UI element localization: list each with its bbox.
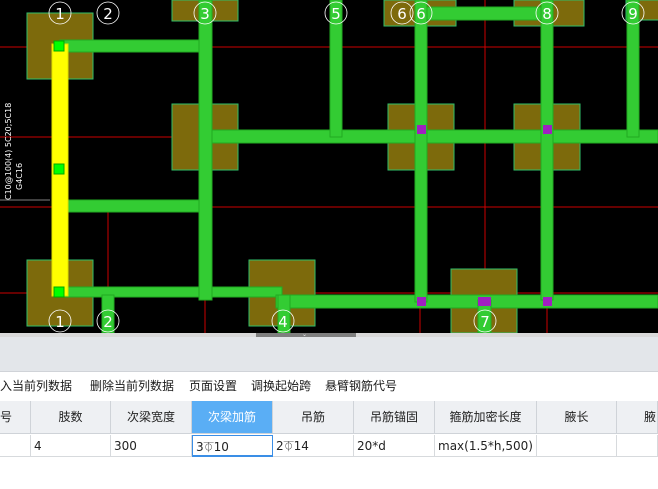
beam-annotation-line2: G4C16 — [15, 163, 24, 190]
header-secondary-beam-width[interactable]: 次梁宽度 — [111, 401, 192, 434]
axis-label: 2 — [103, 5, 113, 23]
axis-label: 7 — [480, 313, 490, 331]
axis-label: 2 — [103, 313, 113, 331]
cell-number[interactable] — [0, 435, 31, 457]
marker — [417, 297, 426, 306]
beam-annotation: C10@100(4) 5C20;5C18 G4C16 — [4, 103, 24, 200]
axis-label: 9 — [628, 5, 638, 23]
axis-label: 5 — [331, 5, 341, 23]
axis-label: 8 — [542, 5, 552, 23]
axis-label: 1 — [55, 313, 65, 331]
cell-secondary-beam-add-bar[interactable]: 3⏁10 — [192, 435, 273, 457]
axis-label: 1 — [55, 5, 65, 23]
grip-handle[interactable] — [53, 163, 65, 175]
insert-column-button[interactable]: 输入当前列数据 — [0, 378, 72, 394]
cell-haunch-length[interactable] — [537, 435, 617, 457]
cell-legs[interactable]: 4 — [31, 435, 111, 457]
header-secondary-beam-add-bar[interactable]: 次梁加筋 — [192, 401, 273, 434]
header-legs[interactable]: 肢数 — [31, 401, 111, 434]
beam[interactable] — [198, 0, 213, 301]
header-haunch-length[interactable]: 腋长 — [537, 401, 617, 434]
marker — [478, 297, 491, 306]
beam[interactable] — [59, 199, 209, 213]
page-setup-button[interactable]: 页面设置 — [189, 378, 237, 394]
axis-label: 3 — [200, 5, 210, 23]
rebar-data-grid: 号 肢数 次梁宽度 次梁加筋 吊筋 吊筋锚固 箍筋加密长度 腋长 腋 4 300… — [0, 401, 658, 489]
cell-secondary-beam-width[interactable]: 300 — [111, 435, 192, 457]
hanger-count: 2 — [276, 439, 284, 453]
beam[interactable] — [417, 6, 551, 21]
grip-handle[interactable] — [53, 40, 65, 52]
steel-grade-icon: ⏁ — [283, 442, 294, 453]
beam[interactable] — [540, 0, 554, 301]
marker — [417, 125, 426, 134]
axis-labels-top: 1 2 3 5 6 6 8 9 — [55, 5, 638, 23]
grid-toolbar: 输入当前列数据 删除当前列数据 页面设置 调换起始跨 悬臂钢筋代号 — [0, 372, 658, 400]
header-haunch[interactable]: 腋 — [617, 401, 658, 434]
cantilever-rebar-code-button[interactable]: 悬臂钢筋代号 — [325, 378, 397, 394]
marker — [543, 297, 552, 306]
cell-hanger-bar[interactable]: 2⏁14 — [273, 435, 354, 457]
beam[interactable] — [205, 129, 421, 144]
header-number[interactable]: 号 — [0, 401, 31, 434]
add-bar-diameter: 10 — [213, 440, 229, 454]
hanger-diameter: 14 — [293, 439, 309, 453]
cad-canvas[interactable]: 1 2 3 5 6 6 8 9 1 2 4 7 C10@100(4) 5C20;… — [0, 0, 658, 333]
beam[interactable] — [275, 294, 658, 309]
steel-grade-icon: ⏁ — [203, 443, 214, 454]
cell-haunch[interactable] — [617, 435, 658, 457]
property-panel-header — [0, 337, 658, 372]
header-stirrup-dense-length[interactable]: 箍筋加密长度 — [435, 401, 537, 434]
axis-label: 6 — [416, 5, 426, 23]
cell-hanger-anchorage[interactable]: 20*d — [354, 435, 435, 457]
marker — [543, 125, 552, 134]
delete-column-button[interactable]: 删除当前列数据 — [90, 378, 174, 394]
beam[interactable] — [414, 0, 428, 303]
header-hanger-anchorage[interactable]: 吊筋锚固 — [354, 401, 435, 434]
grip-handle[interactable] — [53, 286, 65, 298]
cad-drawing[interactable]: 1 2 3 5 6 6 8 9 1 2 4 7 C10@100(4) 5C20;… — [0, 0, 658, 333]
beam-annotation-line1: C10@100(4) 5C20;5C18 — [4, 103, 13, 200]
add-bar-count: 3 — [196, 440, 204, 454]
header-hanger-bar[interactable]: 吊筋 — [273, 401, 354, 434]
beam[interactable] — [59, 286, 283, 298]
axis-label: 4 — [278, 313, 288, 331]
beam[interactable] — [59, 39, 209, 53]
cell-stirrup-dense-length[interactable]: max(1.5*h,500) — [435, 435, 537, 457]
swap-start-span-button[interactable]: 调换起始跨 — [251, 378, 311, 394]
axis-label: 6 — [397, 5, 407, 23]
